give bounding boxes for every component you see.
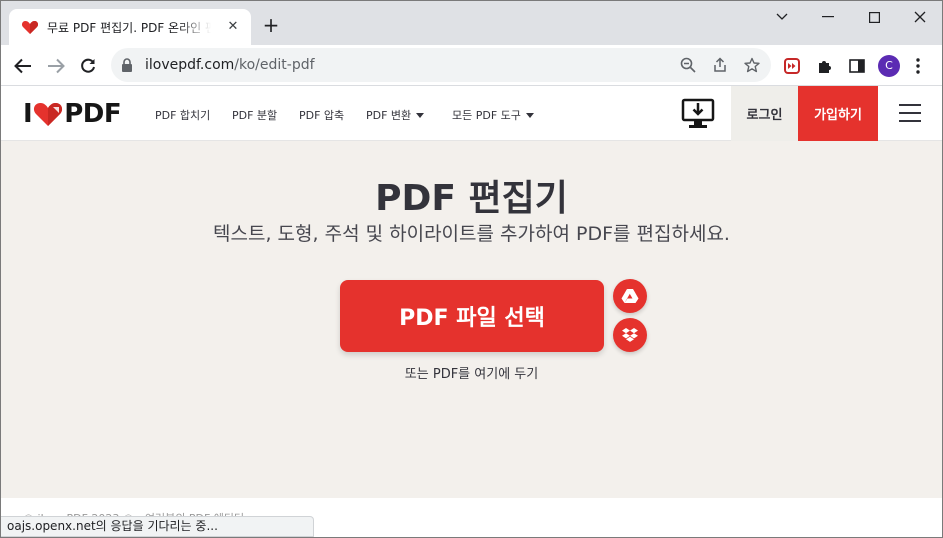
signup-button[interactable]: 가입하기 — [798, 86, 878, 141]
drop-files-hint: 또는 PDF를 여기에 두기 — [404, 367, 539, 382]
browser-toolbar: ilovepdf.com/ko/edit-pdf C — [1, 45, 942, 86]
browser-status-bar: oajs.openx.net의 응답을 기다리는 중... — [1, 516, 314, 537]
hamburger-menu-icon[interactable] — [899, 104, 921, 122]
reload-icon[interactable] — [75, 53, 101, 79]
login-button[interactable]: 로그인 — [731, 86, 798, 141]
ilovepdf-favicon-icon — [21, 18, 39, 36]
new-tab-button[interactable]: + — [259, 14, 283, 38]
logo-text-i: I — [23, 99, 33, 129]
address-bar[interactable]: ilovepdf.com/ko/edit-pdf — [111, 48, 771, 82]
tab-search-icon[interactable] — [759, 1, 805, 33]
page-title: PDF 편집기 — [375, 178, 568, 219]
select-pdf-file-button[interactable]: PDF 파일 선택 — [340, 280, 604, 352]
ilovepdf-logo[interactable]: I PDF — [23, 99, 122, 129]
minimize-window-button[interactable] — [805, 1, 851, 33]
chevron-down-icon — [416, 112, 425, 118]
logo-text-pdf: PDF — [64, 99, 122, 129]
nav-merge-pdf[interactable]: PDF 합치기 — [155, 107, 210, 123]
browser-tab-strip: 무료 PDF 편집기. PDF 온라인 편집 ✕ + — [1, 1, 942, 45]
bookmark-star-icon[interactable] — [743, 56, 761, 74]
maximize-window-button[interactable] — [851, 1, 897, 33]
profile-avatar[interactable]: C — [878, 55, 900, 77]
site-header: I PDF PDF 합치기 PDF 분할 PDF 압축 PDF 변환 모든 PD… — [1, 86, 942, 141]
extension-icon[interactable] — [781, 55, 803, 77]
url-text: ilovepdf.com/ko/edit-pdf — [145, 57, 315, 73]
desktop-download-icon[interactable] — [681, 98, 715, 130]
nav-convert-pdf[interactable]: PDF 변환 — [366, 107, 425, 123]
tab-close-icon[interactable]: ✕ — [224, 18, 242, 36]
page-subtitle: 텍스트, 도형, 주석 및 하이라이트를 추가하여 PDF를 편집하세요. — [213, 223, 730, 245]
browser-menu-icon[interactable] — [907, 55, 929, 77]
extensions-puzzle-icon[interactable] — [814, 55, 836, 77]
side-panel-icon[interactable] — [846, 55, 868, 77]
close-window-button[interactable] — [897, 1, 943, 33]
heart-icon — [33, 101, 63, 127]
nav-all-pdf-tools[interactable]: 모든 PDF 도구 — [452, 107, 534, 123]
zoom-icon[interactable] — [679, 56, 697, 74]
nav-compress-pdf[interactable]: PDF 압축 — [299, 107, 344, 123]
share-icon[interactable] — [711, 56, 729, 74]
main-content: PDF 편집기 텍스트, 도형, 주석 및 하이라이트를 추가하여 PDF를 편… — [1, 141, 942, 498]
browser-tab-active[interactable]: 무료 PDF 편집기. PDF 온라인 편집 ✕ — [9, 9, 251, 45]
dropbox-icon[interactable] — [613, 318, 647, 352]
chevron-down-icon — [525, 112, 534, 118]
back-arrow-icon[interactable] — [10, 53, 36, 79]
google-drive-icon[interactable] — [613, 279, 647, 313]
forward-arrow-icon[interactable] — [43, 53, 69, 79]
nav-split-pdf[interactable]: PDF 분할 — [232, 107, 277, 123]
lock-icon[interactable] — [121, 58, 133, 72]
tab-title: 무료 PDF 편집기. PDF 온라인 편집 — [47, 21, 211, 35]
